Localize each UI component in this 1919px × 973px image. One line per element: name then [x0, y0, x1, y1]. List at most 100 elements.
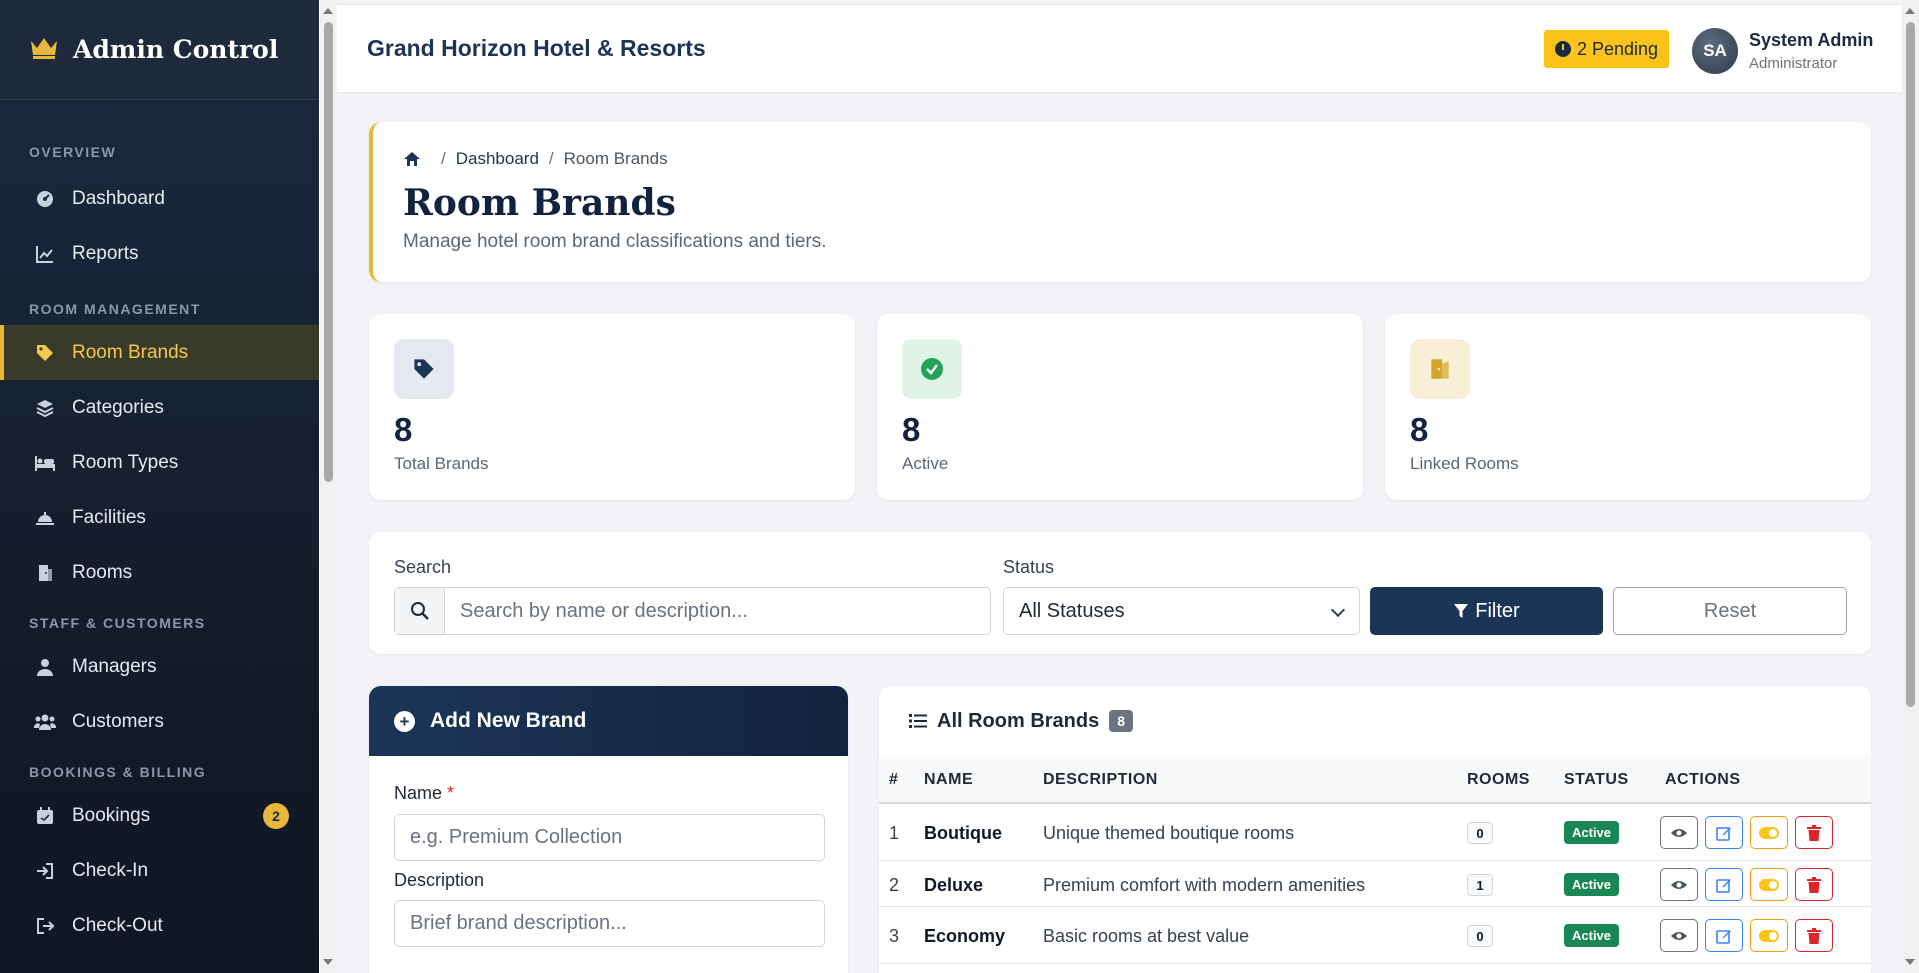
- list-icon: [909, 713, 927, 729]
- stat-value: 8: [394, 411, 413, 448]
- search-icon: [395, 588, 445, 634]
- sidebar-item-categories[interactable]: Categories: [0, 380, 319, 435]
- check-circle-icon: [902, 339, 962, 399]
- row-number: 2: [889, 875, 900, 895]
- main-content: Grand Horizon Hotel & Resorts 2 Pending …: [337, 0, 1902, 973]
- door-open-icon: [1410, 339, 1470, 399]
- list-count-badge: 8: [1109, 710, 1134, 732]
- sidebar-item-facilities[interactable]: Facilities: [0, 490, 319, 545]
- brand-description-field[interactable]: Brief brand description...: [394, 900, 825, 947]
- scroll-up-arrow-icon[interactable]: [323, 8, 333, 14]
- stat-label: Linked Rooms: [1410, 454, 1519, 473]
- delete-button[interactable]: [1795, 919, 1833, 952]
- sidebar-item-bookings[interactable]: Bookings 2: [0, 788, 319, 843]
- trash-icon: [1807, 876, 1821, 893]
- row-name: Deluxe: [924, 875, 984, 895]
- list-header: All Room Brands 8: [879, 686, 1871, 756]
- scroll-down-arrow-icon[interactable]: [323, 959, 333, 965]
- breadcrumb-dashboard-link[interactable]: Dashboard: [456, 149, 539, 169]
- scroll-down-arrow-icon[interactable]: [1905, 959, 1915, 965]
- edit-button[interactable]: [1705, 919, 1743, 952]
- column-header-rooms[interactable]: ROOMS: [1467, 771, 1530, 789]
- sidebar-item-check-in[interactable]: Check-In: [0, 843, 319, 898]
- filter-button-label: Filter: [1475, 599, 1520, 622]
- door-icon: [34, 562, 56, 584]
- sidebar-item-room-types[interactable]: Room Types: [0, 435, 319, 490]
- eye-icon: [1671, 828, 1687, 837]
- users-icon: [34, 711, 56, 733]
- home-icon[interactable]: [403, 151, 421, 167]
- sidebar-item-label: Room Brands: [72, 341, 189, 363]
- edit-button[interactable]: [1705, 816, 1743, 849]
- row-description: Basic rooms at best value: [1043, 926, 1250, 946]
- brand-title: Admin Control: [73, 35, 279, 64]
- toggle-status-button[interactable]: [1750, 816, 1788, 849]
- brands-table: # NAME DESCRIPTION ROOMS STATUS ACTIONS …: [879, 756, 1871, 964]
- avatar[interactable]: SA: [1692, 28, 1738, 74]
- sidebar-item-label: Customers: [72, 710, 164, 732]
- sidebar-item-room-brands[interactable]: Room Brands: [0, 325, 319, 380]
- column-header-actions: ACTIONS: [1665, 771, 1741, 788]
- search-input-group[interactable]: Search by name or description...: [394, 587, 991, 635]
- page-scrollbar-thumb[interactable]: [1906, 22, 1915, 707]
- status-label: Status: [1003, 557, 1055, 577]
- search-label: Search: [394, 557, 452, 577]
- sidebar-item-label: Room Types: [72, 451, 179, 473]
- view-button[interactable]: [1660, 919, 1698, 952]
- stat-label: Total Brands: [394, 454, 489, 473]
- sidebar-item-label: Check-Out: [72, 914, 163, 936]
- edit-button[interactable]: [1705, 868, 1743, 901]
- brands-list-card: All Room Brands 8 # NAME DESCRIPTION ROO…: [879, 686, 1871, 973]
- stat-label: Active: [902, 454, 949, 473]
- reset-button[interactable]: Reset: [1613, 587, 1847, 635]
- sidebar-item-dashboard[interactable]: Dashboard: [0, 171, 319, 226]
- sidebar-scrollbar-thumb[interactable]: [324, 22, 333, 482]
- sidebar-item-managers[interactable]: Managers: [0, 639, 319, 694]
- sign-out-icon: [34, 915, 56, 937]
- table-row: 2 Deluxe Premium comfort with modern ame…: [879, 861, 1871, 907]
- brand-name-field[interactable]: e.g. Premium Collection: [394, 814, 825, 861]
- stat-card-linked-rooms: 8 Linked Rooms: [1385, 314, 1871, 500]
- user-name[interactable]: System Admin: [1749, 30, 1873, 51]
- sidebar-item-check-out[interactable]: Check-Out: [0, 898, 319, 953]
- add-brand-title: Add New Brand: [430, 709, 587, 732]
- filter-card: Search Search by name or description... …: [369, 532, 1871, 654]
- sidebar-item-label: Reports: [72, 242, 139, 264]
- sidebar-item-rooms[interactable]: Rooms: [0, 545, 319, 600]
- search-input[interactable]: Search by name or description...: [445, 588, 990, 634]
- status-select[interactable]: All Statuses: [1003, 587, 1360, 635]
- required-mark: *: [447, 783, 455, 803]
- trash-icon: [1807, 824, 1821, 841]
- pencil-square-icon: [1716, 929, 1731, 944]
- page-title: Room Brands: [403, 182, 676, 224]
- delete-button[interactable]: [1795, 816, 1833, 849]
- view-button[interactable]: [1660, 816, 1698, 849]
- row-name: Economy: [924, 926, 1006, 946]
- page-scrollbar[interactable]: [1902, 0, 1919, 973]
- row-number: 1: [889, 823, 900, 843]
- table-row: 3 Economy Basic rooms at best value 0 Ac…: [879, 907, 1871, 964]
- column-header-name[interactable]: NAME: [924, 771, 973, 789]
- name-label: Name *: [394, 783, 454, 804]
- scroll-up-arrow-icon[interactable]: [1905, 8, 1915, 14]
- filter-button[interactable]: Filter: [1370, 587, 1603, 635]
- breadcrumb: / Dashboard / Room Brands: [403, 149, 668, 169]
- toggle-status-button[interactable]: [1750, 868, 1788, 901]
- add-brand-card: + Add New Brand Name * e.g. Premium Coll…: [369, 686, 848, 973]
- breadcrumb-separator: /: [441, 149, 446, 168]
- sidebar-brand[interactable]: Admin Control: [0, 0, 319, 100]
- sidebar-item-label: Facilities: [72, 506, 146, 528]
- row-number: 3: [889, 926, 900, 946]
- delete-button[interactable]: [1795, 868, 1833, 901]
- column-header-status[interactable]: STATUS: [1564, 771, 1629, 789]
- view-button[interactable]: [1660, 868, 1698, 901]
- sidebar-item-reports[interactable]: Reports: [0, 226, 319, 281]
- name-label-text: Name: [394, 783, 443, 803]
- sidebar-item-label: Managers: [72, 655, 157, 677]
- sidebar-item-customers[interactable]: Customers: [0, 694, 319, 749]
- sidebar-item-label: Bookings: [72, 804, 151, 826]
- page-header-card: / Dashboard / Room Brands Room Brands Ma…: [369, 122, 1871, 282]
- pending-badge[interactable]: 2 Pending: [1544, 30, 1670, 68]
- toggle-status-button[interactable]: [1750, 919, 1788, 952]
- sidebar-scrollbar[interactable]: [320, 0, 337, 973]
